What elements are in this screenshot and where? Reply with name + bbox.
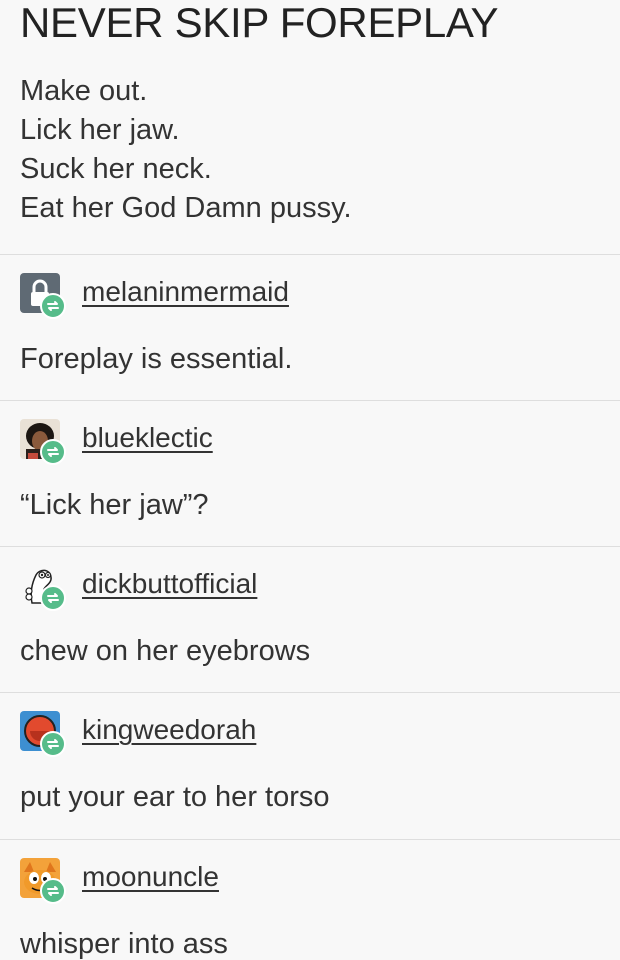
reblog-entry: kingweedorah put your ear to her torso xyxy=(0,693,620,840)
reblog-icon xyxy=(40,585,66,611)
post-line: Lick her jaw. xyxy=(20,114,180,146)
reblog-author: blueklectic xyxy=(20,401,600,469)
reblog-comment: chew on her eyebrows xyxy=(20,635,311,667)
reblog-icon xyxy=(40,293,66,319)
username-link[interactable]: blueklectic xyxy=(82,421,213,455)
reblog-icon xyxy=(40,878,66,904)
post-line: Suck her neck. xyxy=(20,153,212,185)
post-line: Make out. xyxy=(20,75,148,107)
post-line: Eat her God Damn pussy. xyxy=(20,192,352,224)
reblog-author: melaninmermaid xyxy=(20,255,600,323)
reblog-comment: Foreplay is essential. xyxy=(20,343,293,375)
avatar[interactable] xyxy=(20,565,66,611)
username-link[interactable]: moonuncle xyxy=(82,860,219,894)
post-title: NEVER SKIP FOREPLAY xyxy=(20,0,499,46)
avatar[interactable] xyxy=(20,419,66,465)
avatar[interactable] xyxy=(20,273,66,319)
reblog-author: moonuncle xyxy=(20,840,600,908)
reblog-author: kingweedorah xyxy=(20,693,600,761)
tumblr-post: NEVER SKIP FOREPLAY Make out. Lick her j… xyxy=(0,0,620,960)
reblog-comment: whisper into ass xyxy=(20,928,228,960)
reblog-entry: moonuncle whisper into ass xyxy=(0,840,620,960)
reblog-author: dickbuttofficial xyxy=(20,547,600,615)
reblog-comment: “Lick her jaw”? xyxy=(20,489,209,521)
reblog-entry: blueklectic “Lick her jaw”? xyxy=(0,401,620,547)
avatar[interactable] xyxy=(20,711,66,757)
username-link[interactable]: dickbuttofficial xyxy=(82,567,257,601)
reblog-icon xyxy=(40,731,66,757)
reblog-icon xyxy=(40,439,66,465)
reblog-entry: dickbuttofficial chew on her eyebrows xyxy=(0,547,620,693)
post-body: Make out. Lick her jaw. Suck her neck. E… xyxy=(20,72,600,228)
original-post: NEVER SKIP FOREPLAY Make out. Lick her j… xyxy=(0,0,620,255)
username-link[interactable]: kingweedorah xyxy=(82,713,256,747)
reblog-comment: put your ear to her torso xyxy=(20,781,330,813)
username-link[interactable]: melaninmermaid xyxy=(82,275,289,309)
reblog-entry: melaninmermaid Foreplay is essential. xyxy=(0,255,620,401)
avatar[interactable] xyxy=(20,858,66,904)
